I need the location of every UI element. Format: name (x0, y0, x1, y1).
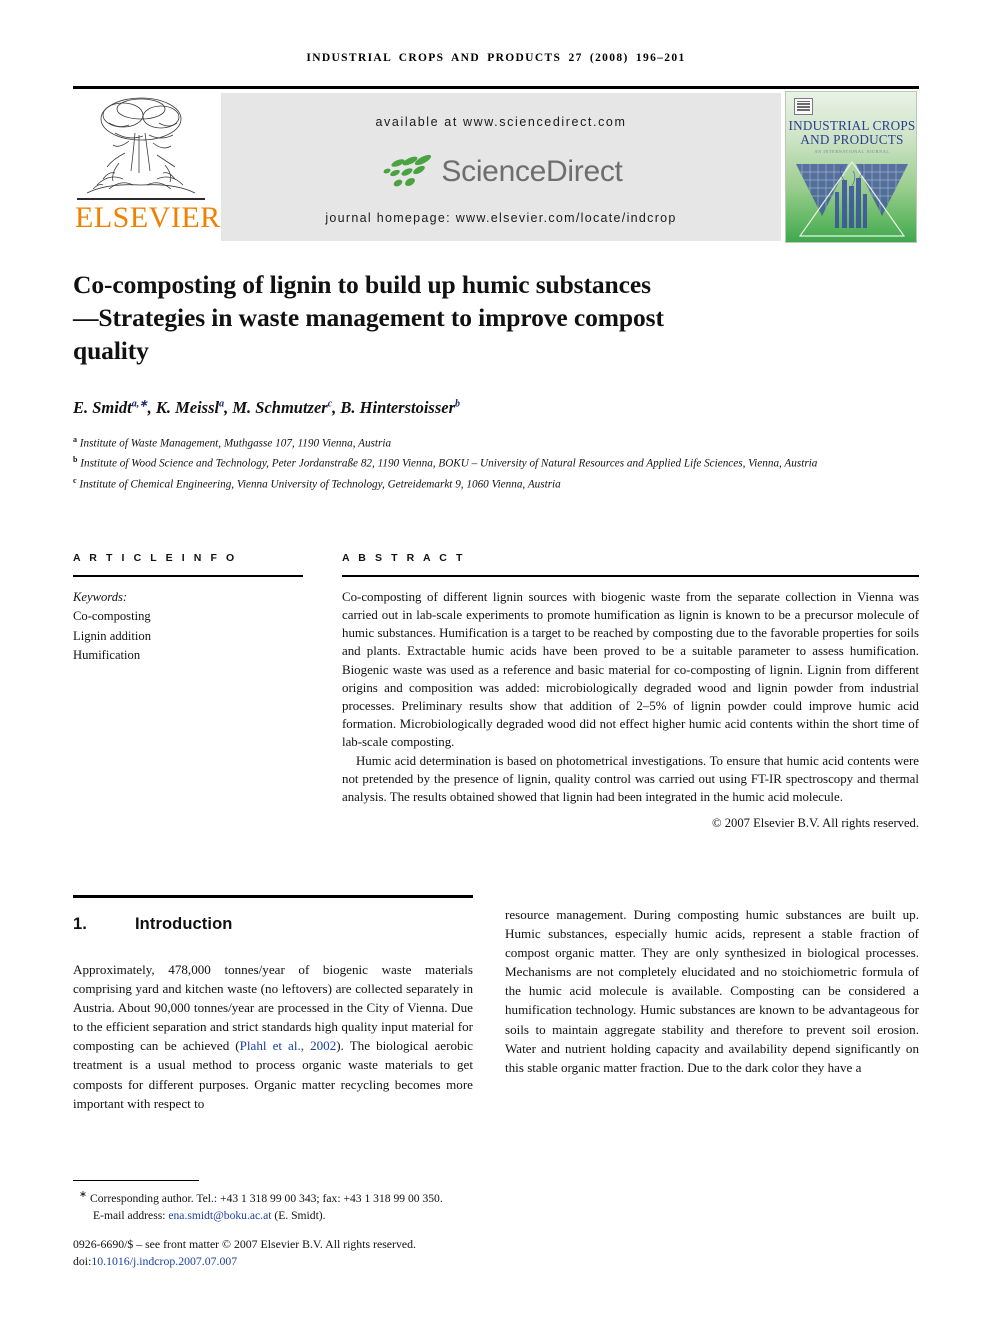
sciencedirect-logo[interactable]: ScienceDirect (221, 148, 781, 196)
masthead: ELSEVIER available at www.sciencedirect.… (73, 91, 919, 243)
affiliation-text-c: Institute of Chemical Engineering, Vienn… (79, 478, 561, 491)
keywords-block: Keywords: Co-composting Lignin addition … (73, 588, 303, 666)
article-info-heading: A R T I C L E I N F O (73, 552, 238, 564)
affiliation-marker-c: c (73, 475, 77, 485)
affiliation-marker-b: b (73, 455, 78, 465)
footnote-block: ∗ Corresponding author. Tel.: +43 1 318 … (73, 1186, 543, 1225)
email-link[interactable]: ena.smidt@boku.ac.at (168, 1209, 271, 1222)
cover-subtitle: AN INTERNATIONAL JOURNAL (814, 149, 890, 154)
abstract-paragraph: Co-composting of different lignin source… (342, 589, 919, 750)
masthead-top-rule (73, 86, 919, 89)
section-top-rule (73, 895, 473, 898)
affiliation-c: c Institute of Chemical Engineering, Vie… (73, 473, 923, 493)
cover-artwork (786, 158, 916, 242)
elsevier-tree-icon (79, 93, 203, 197)
doi-link[interactable]: 10.1016/j.indcrop.2007.07.007 (91, 1254, 237, 1268)
sciencedirect-banner: available at www.sciencedirect.com Scien… (221, 93, 781, 241)
elsevier-divider (77, 198, 205, 200)
intro-paragraph-right: resource management. During composting h… (505, 907, 919, 1075)
corresponding-author-note: ∗ Corresponding author. Tel.: +43 1 318 … (79, 1189, 443, 1205)
running-head: INDUSTRIAL CROPS AND PRODUCTS 27 (2008) … (306, 52, 686, 64)
article-info-rule (73, 575, 303, 577)
elsevier-logo: ELSEVIER (73, 91, 221, 243)
section-number: 1. (73, 915, 87, 933)
journal-homepage-text[interactable]: journal homepage: www.elsevier.com/locat… (221, 211, 781, 225)
imprint-block: 0926-6690/$ – see front matter © 2007 El… (73, 1236, 543, 1271)
author-list: E. Smidta,∗, K. Meissla, M. Schmutzerc, … (73, 398, 461, 417)
sciencedirect-leaf-icon (383, 154, 432, 187)
affiliation-text-b: Institute of Wood Science and Technology… (80, 458, 818, 471)
doi-line: doi:10.1016/j.indcrop.2007.07.007 (73, 1253, 543, 1270)
body-column-left: 1. Introduction Approximately, 478,000 to… (73, 905, 473, 1113)
abstract-heading: A B S T R A C T (342, 552, 466, 564)
keyword-item: Humification (73, 648, 141, 663)
footnote-rule (73, 1180, 199, 1182)
section-title: Introduction (135, 915, 233, 933)
affiliation-list: a Institute of Waste Management, Muthgas… (73, 432, 923, 493)
affiliation-b: b Institute of Wood Science and Technolo… (73, 452, 923, 472)
issn-line: 0926-6690/$ – see front matter © 2007 El… (73, 1237, 416, 1251)
cover-publisher-mark-icon (794, 98, 813, 115)
email-owner: (E. Smidt). (274, 1209, 326, 1223)
keyword-item: Co-composting (73, 609, 151, 624)
available-at-text: available at www.sciencedirect.com (375, 115, 627, 129)
abstract-paragraph: Humic acid determination is based on pho… (342, 753, 919, 805)
article-info-column: A R T I C L E I N F O Keywords: Co-compo… (73, 552, 303, 666)
article-title: Co-composting of lignin to build up humi… (73, 270, 664, 365)
sciencedirect-wordmark: ScienceDirect (441, 155, 623, 188)
abstract-column: A B S T R A C T Co-composting of differe… (342, 552, 919, 831)
paper-page: INDUSTRIAL CROPS AND PRODUCTS 27 (2008) … (0, 0, 992, 1323)
affiliation-marker-a: a (73, 435, 77, 444)
journal-cover-thumbnail: INDUSTRIAL CROPS AND PRODUCTS AN INTERNA… (785, 91, 917, 243)
elsevier-wordmark: ELSEVIER (75, 201, 221, 234)
affiliation-text-a: Institute of Waste Management, Muthgasse… (79, 437, 392, 450)
cover-title: INDUSTRIAL CROPS AND PRODUCTS (788, 118, 916, 147)
intro-text-left: Approximately, 478,000 tonnes/year of bi… (73, 960, 473, 1113)
copyright-line: © 2007 Elsevier B.V. All rights reserved… (712, 816, 919, 831)
keywords-label: Keywords: (73, 589, 128, 604)
intro-paragraph-left: Approximately, 478,000 tonnes/year of bi… (73, 962, 473, 1111)
body-column-right: resource management. During composting h… (505, 905, 919, 1077)
section-heading-introduction: 1. Introduction (73, 915, 473, 934)
email-label: E-mail address: (93, 1209, 166, 1223)
doi-label: doi: (73, 1254, 92, 1269)
intro-text-right: resource management. During composting h… (505, 905, 919, 1077)
keyword-item: Lignin addition (73, 628, 152, 643)
email-note: E-mail address: ena.smidt@boku.ac.at (E.… (73, 1207, 543, 1224)
abstract-body: Co-composting of different lignin source… (342, 588, 919, 806)
abstract-rule (342, 575, 919, 577)
affiliation-a: a Institute of Waste Management, Muthgas… (73, 432, 923, 452)
